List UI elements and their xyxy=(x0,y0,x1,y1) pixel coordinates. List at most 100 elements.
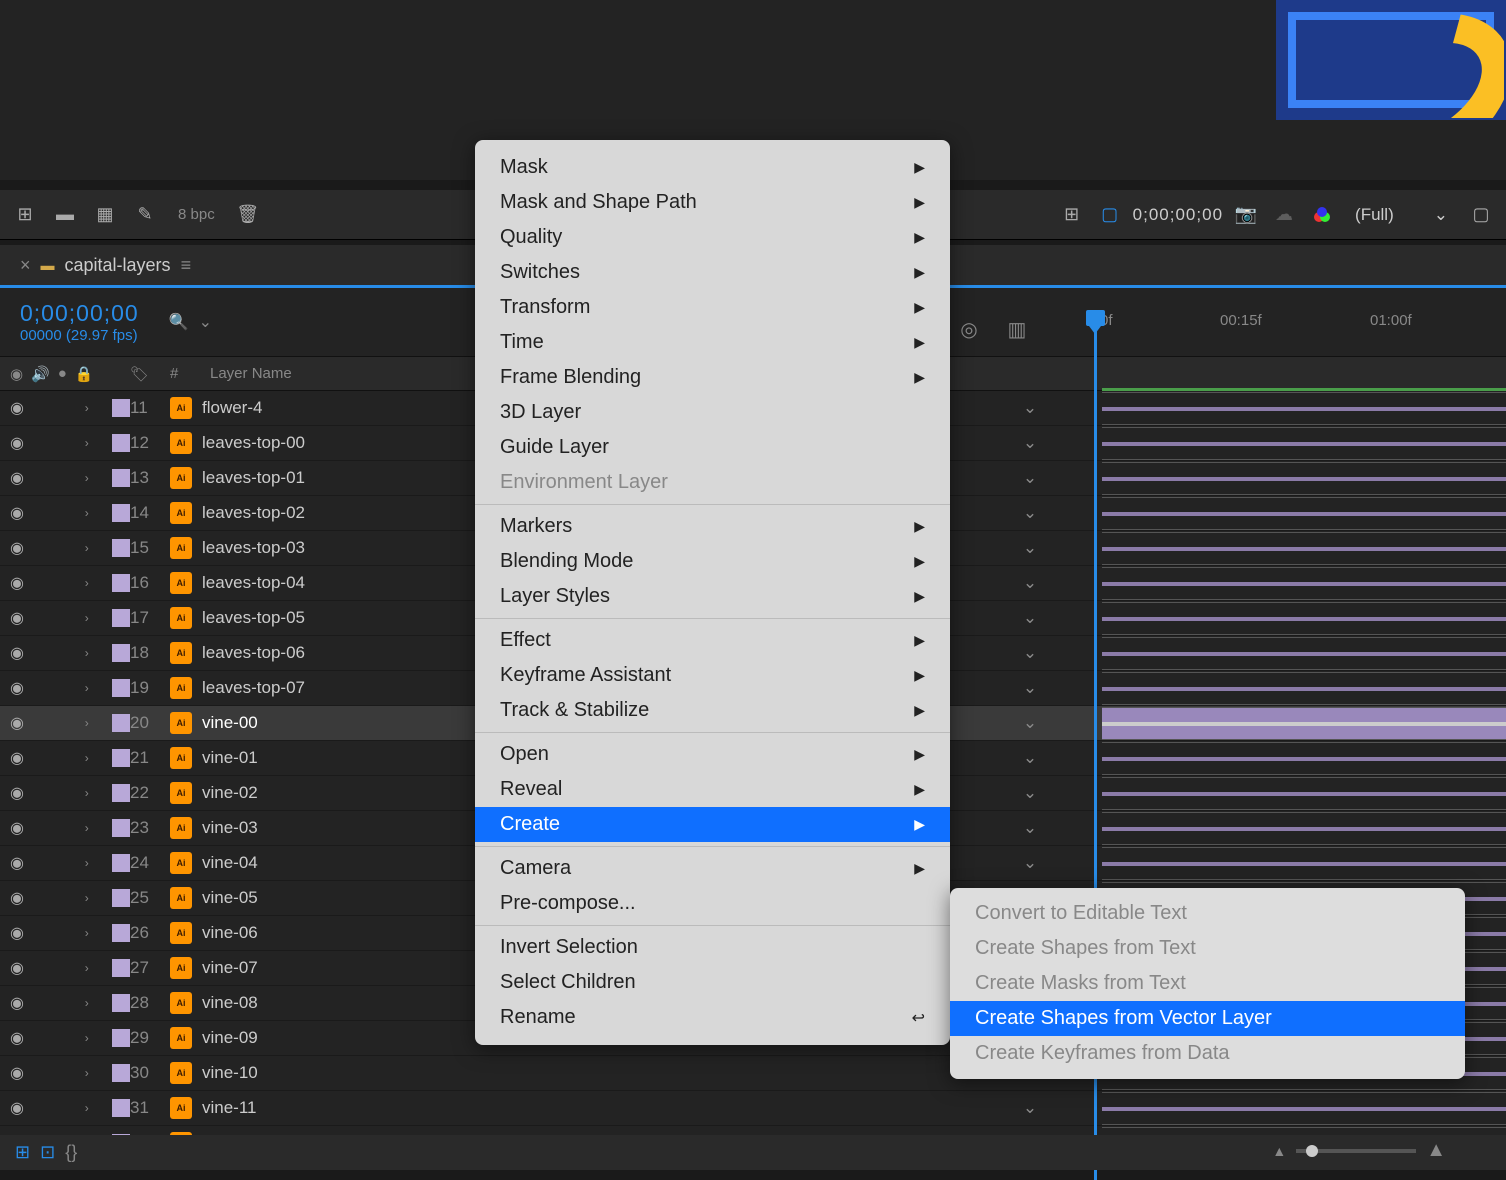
menu-item[interactable]: Open▶ xyxy=(475,737,950,772)
graph-editor-icon[interactable]: ▥ xyxy=(1003,315,1031,343)
label-color[interactable] xyxy=(112,994,130,1012)
layer-track-bar[interactable] xyxy=(1102,602,1506,635)
visibility-toggle[interactable]: ◉ xyxy=(10,853,30,873)
visibility-toggle[interactable]: ◉ xyxy=(10,608,30,628)
snapshot-icon[interactable]: 📷 xyxy=(1231,200,1261,230)
layer-track-bar[interactable] xyxy=(1102,532,1506,565)
brackets-icon[interactable]: {} xyxy=(65,1142,77,1163)
layer-track-bar[interactable] xyxy=(1102,777,1506,810)
label-color[interactable] xyxy=(112,644,130,662)
twirl-icon[interactable]: › xyxy=(85,646,105,660)
eye-column-icon[interactable]: ◉ xyxy=(10,365,23,383)
label-color[interactable] xyxy=(112,679,130,697)
twirl-icon[interactable]: › xyxy=(85,926,105,940)
label-color[interactable] xyxy=(112,399,130,417)
twirl-icon[interactable]: › xyxy=(85,541,105,555)
menu-item[interactable]: 3D Layer xyxy=(475,395,950,430)
layer-mode-dropdown[interactable]: ⌄ xyxy=(1010,783,1050,803)
composition-icon[interactable]: ▦ xyxy=(90,200,120,230)
menu-item[interactable]: Layer Styles▶ xyxy=(475,579,950,614)
layer-mode-dropdown[interactable]: ⌄ xyxy=(1010,713,1050,733)
twirl-icon[interactable]: › xyxy=(85,1066,105,1080)
menu-item[interactable]: Invert Selection xyxy=(475,930,950,965)
menu-item[interactable]: Create▶ xyxy=(475,807,950,842)
visibility-toggle[interactable]: ◉ xyxy=(10,993,30,1013)
menu-item[interactable]: Mask▶ xyxy=(475,150,950,185)
zoom-handle[interactable] xyxy=(1306,1145,1318,1157)
layer-track-bar[interactable] xyxy=(1102,497,1506,530)
trash-icon[interactable]: 🗑 xyxy=(233,200,263,230)
visibility-toggle[interactable]: ◉ xyxy=(10,468,30,488)
time-ruler[interactable]: 0f 00:15f 01:00f xyxy=(1070,300,1486,350)
visibility-toggle[interactable]: ◉ xyxy=(10,538,30,558)
layer-track-bar[interactable] xyxy=(1102,742,1506,775)
layer-track-bar[interactable] xyxy=(1102,707,1506,740)
visibility-toggle[interactable]: ◉ xyxy=(10,713,30,733)
visibility-toggle[interactable]: ◉ xyxy=(10,678,30,698)
visibility-toggle[interactable]: ◉ xyxy=(10,643,30,663)
menu-item[interactable]: Select Children xyxy=(475,965,950,1000)
twirl-icon[interactable]: › xyxy=(85,681,105,695)
current-time[interactable]: 0;00;00;00 xyxy=(20,300,139,327)
twirl-icon[interactable]: › xyxy=(85,961,105,975)
viewer-icon[interactable]: ▢ xyxy=(1466,200,1496,230)
visibility-toggle[interactable]: ◉ xyxy=(10,783,30,803)
visibility-toggle[interactable]: ◉ xyxy=(10,818,30,838)
visibility-toggle[interactable]: ◉ xyxy=(10,923,30,943)
toggle-modes-icon[interactable]: ⊡ xyxy=(40,1142,55,1163)
label-color[interactable] xyxy=(112,714,130,732)
twirl-icon[interactable]: › xyxy=(85,716,105,730)
twirl-icon[interactable]: › xyxy=(85,751,105,765)
project-icon[interactable]: ⊞ xyxy=(10,200,40,230)
layer-search[interactable]: 🔍 ⌄ xyxy=(169,312,212,332)
panel-menu-icon[interactable]: ≡ xyxy=(181,255,192,276)
twirl-icon[interactable]: › xyxy=(85,506,105,520)
menu-item[interactable]: Camera▶ xyxy=(475,851,950,886)
resolution-dropdown[interactable]: (Full) ⌄ xyxy=(1345,205,1458,225)
twirl-icon[interactable]: › xyxy=(85,611,105,625)
layer-track-bar[interactable] xyxy=(1102,392,1506,425)
label-color[interactable] xyxy=(112,1029,130,1047)
label-color[interactable] xyxy=(112,784,130,802)
twirl-icon[interactable]: › xyxy=(85,1031,105,1045)
layer-track-bar[interactable] xyxy=(1102,427,1506,460)
channels-icon[interactable] xyxy=(1307,200,1337,230)
layer-mode-dropdown[interactable]: ⌄ xyxy=(1010,643,1050,663)
twirl-icon[interactable]: › xyxy=(85,436,105,450)
visibility-toggle[interactable]: ◉ xyxy=(10,1063,30,1083)
layer-mode-dropdown[interactable]: ⌄ xyxy=(1010,503,1050,523)
twirl-icon[interactable]: › xyxy=(85,1101,105,1115)
label-color[interactable] xyxy=(112,959,130,977)
visibility-toggle[interactable]: ◉ xyxy=(10,433,30,453)
layer-mode-dropdown[interactable]: ⌄ xyxy=(1010,608,1050,628)
menu-item[interactable]: Guide Layer xyxy=(475,430,950,465)
audio-column-icon[interactable]: 🔊 xyxy=(31,365,50,383)
close-panel-icon[interactable]: × xyxy=(20,255,31,276)
frame-info[interactable]: 00000 (29.97 fps) xyxy=(20,327,139,344)
label-color[interactable] xyxy=(112,504,130,522)
layer-mode-dropdown[interactable]: ⌄ xyxy=(1010,573,1050,593)
twirl-icon[interactable]: › xyxy=(85,786,105,800)
layer-mode-dropdown[interactable]: ⌄ xyxy=(1010,538,1050,558)
label-color[interactable] xyxy=(112,1099,130,1117)
zoom-in-icon[interactable]: ▲ xyxy=(1426,1139,1446,1162)
visibility-toggle[interactable]: ◉ xyxy=(10,888,30,908)
menu-item[interactable]: Blending Mode▶ xyxy=(475,544,950,579)
label-color[interactable] xyxy=(112,539,130,557)
layer-track-bar[interactable] xyxy=(1102,672,1506,705)
menu-item[interactable]: Markers▶ xyxy=(475,509,950,544)
menu-item[interactable]: Pre-compose... xyxy=(475,886,950,921)
menu-item[interactable]: Time▶ xyxy=(475,325,950,360)
twirl-icon[interactable]: › xyxy=(85,996,105,1010)
brush-icon[interactable]: ✎ xyxy=(130,200,160,230)
menu-item[interactable]: Track & Stabilize▶ xyxy=(475,693,950,728)
composition-preview[interactable] xyxy=(1276,0,1506,120)
layer-mode-dropdown[interactable]: ⌄ xyxy=(1010,1098,1050,1118)
layer-mode-dropdown[interactable]: ⌄ xyxy=(1010,398,1050,418)
layer-mode-dropdown[interactable]: ⌄ xyxy=(1010,468,1050,488)
layer-track-bar[interactable] xyxy=(1102,567,1506,600)
label-color[interactable] xyxy=(112,1064,130,1082)
visibility-toggle[interactable]: ◉ xyxy=(10,573,30,593)
grid-icon[interactable]: ⊞ xyxy=(1057,200,1087,230)
layer-track-bar[interactable] xyxy=(1102,1092,1506,1125)
